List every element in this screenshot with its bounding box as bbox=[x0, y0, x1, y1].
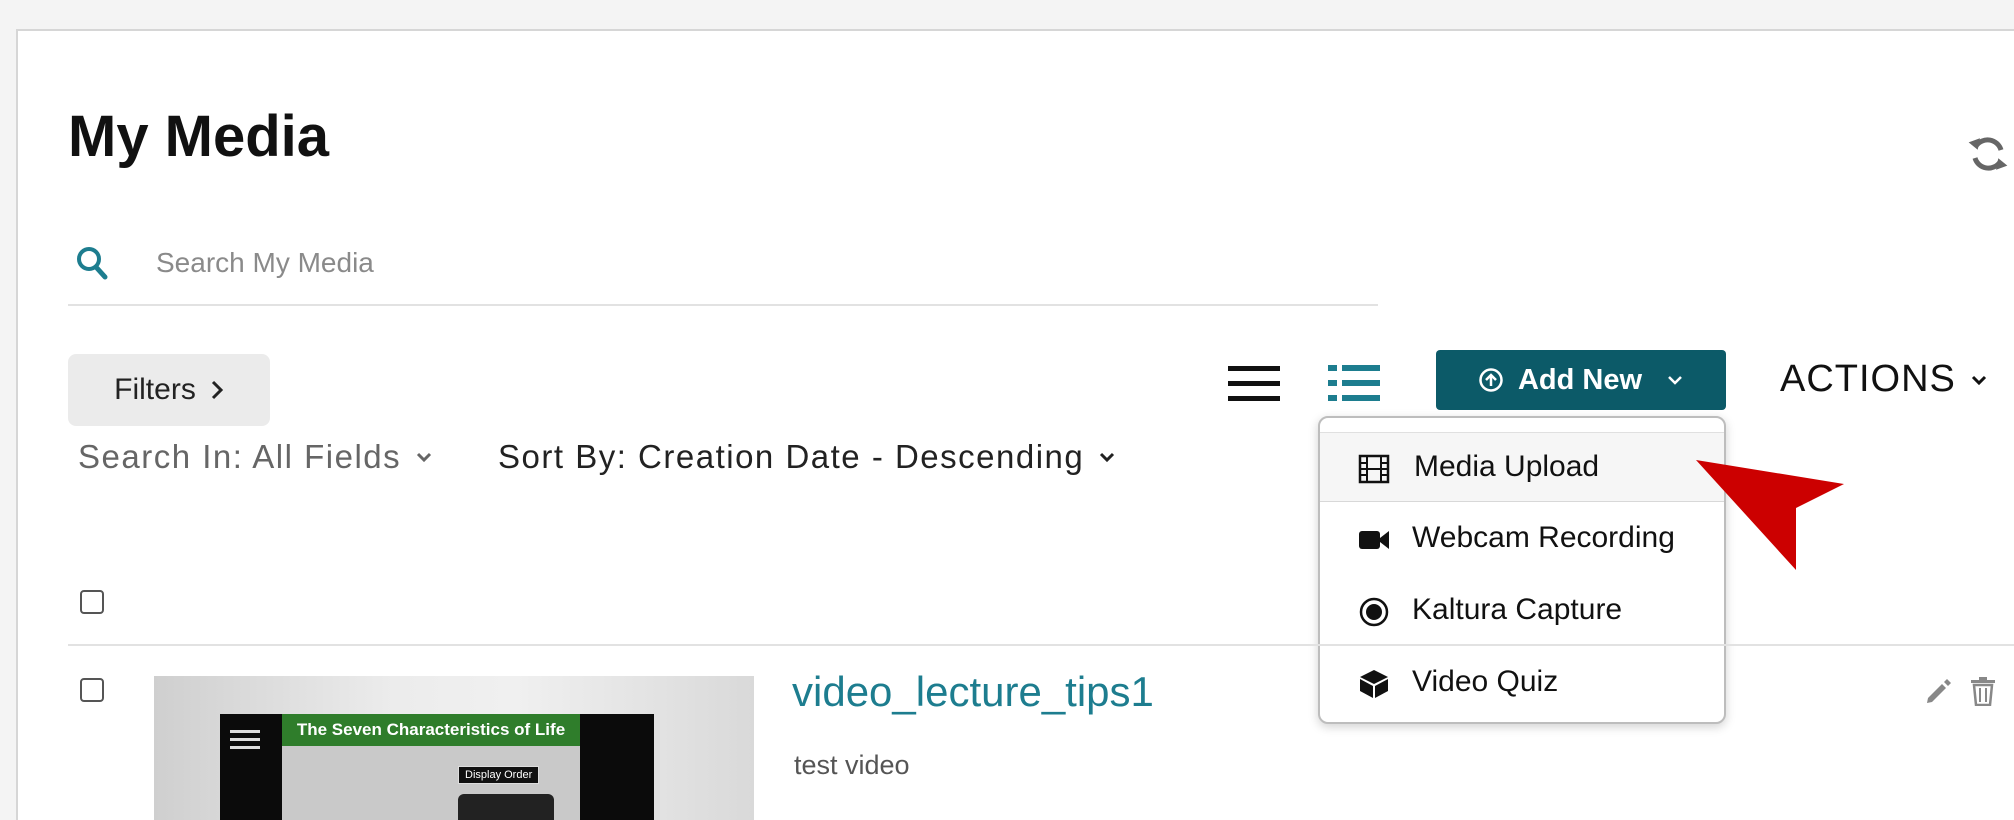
search-input[interactable] bbox=[156, 238, 1356, 288]
sort-by-dropdown[interactable]: Sort By: Creation Date - Descending bbox=[498, 438, 1116, 476]
menu-item-label: Video Quiz bbox=[1412, 665, 1559, 698]
filters-label: Filters bbox=[114, 373, 196, 406]
film-icon bbox=[1358, 454, 1390, 484]
add-new-button[interactable]: Add New bbox=[1436, 350, 1726, 410]
chevron-down-icon bbox=[1668, 376, 1682, 385]
upload-circle-icon bbox=[1479, 368, 1503, 392]
media-description: test video bbox=[794, 750, 910, 780]
menu-item-label: Webcam Recording bbox=[1412, 521, 1675, 554]
add-new-menu: Media Upload Webcam Recording Kaltura Ca… bbox=[1318, 416, 1726, 724]
search-in-label: Search In: All Fields bbox=[78, 438, 402, 475]
search-in-dropdown[interactable]: Search In: All Fields bbox=[78, 438, 433, 476]
actions-dropdown[interactable]: ACTIONS bbox=[1780, 358, 1988, 401]
row-checkbox[interactable] bbox=[80, 678, 104, 702]
actions-label: ACTIONS bbox=[1780, 358, 1956, 400]
play-icon bbox=[458, 794, 554, 820]
menu-item-video-quiz[interactable]: Video Quiz bbox=[1320, 648, 1724, 718]
menu-item-webcam-recording[interactable]: Webcam Recording bbox=[1320, 504, 1724, 574]
chevron-down-icon bbox=[1100, 452, 1115, 463]
menu-item-kaltura-capture[interactable]: Kaltura Capture bbox=[1320, 576, 1724, 646]
menu-item-label: Media Upload bbox=[1414, 450, 1600, 483]
filters-button[interactable]: Filters bbox=[68, 354, 270, 426]
edit-pencil-icon[interactable] bbox=[1924, 678, 1952, 706]
media-thumbnail[interactable]: The Seven Characteristics of Life Displa… bbox=[154, 676, 754, 820]
chevron-down-icon bbox=[1971, 375, 1986, 385]
search-bar bbox=[68, 232, 1378, 306]
cube-icon bbox=[1360, 670, 1388, 698]
sort-by-label: Sort By: Creation Date - Descending bbox=[498, 438, 1085, 475]
media-title-link[interactable]: video_lecture_tips1 bbox=[792, 668, 1154, 716]
add-new-label: Add New bbox=[1517, 363, 1643, 396]
list-view-icon[interactable] bbox=[1226, 362, 1282, 406]
menu-item-label: Kaltura Capture bbox=[1412, 593, 1623, 626]
video-camera-icon bbox=[1359, 531, 1389, 549]
hamburger-icon bbox=[230, 730, 260, 749]
refresh-icon[interactable] bbox=[1968, 134, 2008, 174]
pointer-arrow-icon bbox=[1696, 460, 1844, 570]
menu-item-media-upload[interactable]: Media Upload bbox=[1320, 432, 1724, 502]
search-icon[interactable] bbox=[76, 246, 108, 280]
chevron-right-icon bbox=[211, 380, 223, 400]
select-all-checkbox[interactable] bbox=[80, 590, 104, 614]
trash-icon[interactable] bbox=[1970, 676, 1996, 706]
detailed-view-icon[interactable] bbox=[1326, 362, 1382, 406]
row-divider bbox=[68, 644, 2014, 646]
page-title: My Media bbox=[68, 104, 330, 169]
record-icon bbox=[1359, 597, 1389, 627]
thumbnail-player: The Seven Characteristics of Life Displa… bbox=[220, 714, 654, 820]
chevron-down-icon bbox=[417, 452, 432, 463]
thumbnail-slide: The Seven Characteristics of Life Displa… bbox=[282, 714, 580, 820]
thumbnail-display-order-button: Display Order bbox=[458, 766, 540, 784]
thumbnail-slide-title: The Seven Characteristics of Life bbox=[282, 714, 580, 746]
